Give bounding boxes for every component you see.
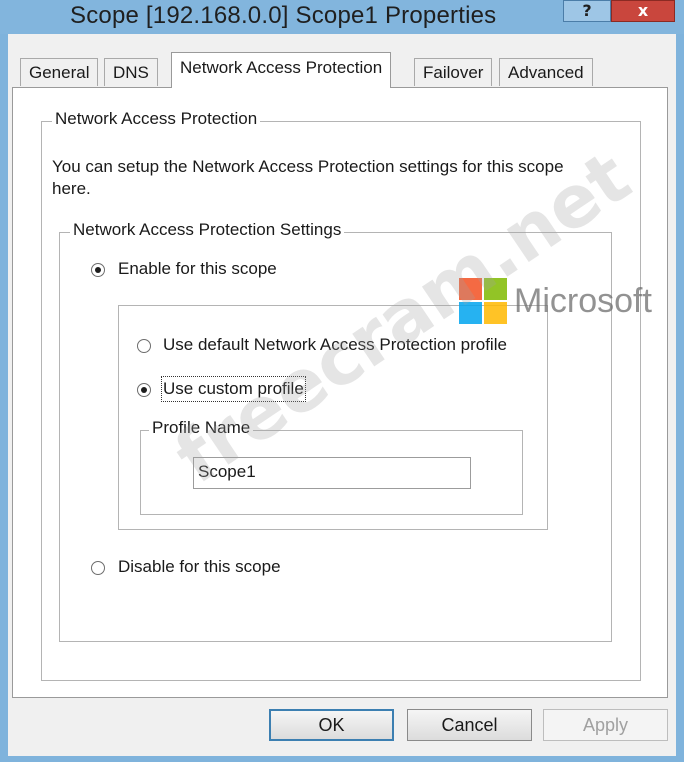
nap-group-title: Network Access Protection	[52, 109, 261, 129]
use-default-radio[interactable]	[137, 339, 151, 353]
use-custom-label[interactable]: Use custom profile	[161, 376, 306, 402]
logo-green-square	[484, 278, 507, 300]
dialog-client: General DNS Network Access Protection Fa…	[8, 34, 676, 756]
tab-dns[interactable]: DNS	[104, 58, 158, 86]
close-button[interactable]: x	[611, 0, 675, 22]
profile-options-box: Use default Network Access Protection pr…	[118, 305, 548, 530]
nap-tab-panel: Network Access Protection You can setup …	[12, 87, 668, 698]
nap-settings-title: Network Access Protection Settings	[70, 220, 345, 240]
tab-failover[interactable]: Failover	[414, 58, 493, 86]
use-custom-radio[interactable]	[137, 383, 151, 397]
logo-blue-square	[459, 302, 482, 324]
disable-radio[interactable]	[91, 561, 105, 575]
microsoft-logo	[459, 278, 509, 326]
tab-advanced[interactable]: Advanced	[499, 58, 593, 86]
window-title: Scope [192.168.0.0] Scope1 Properties	[70, 2, 497, 29]
logo-yellow-square	[484, 302, 507, 324]
ok-button[interactable]: OK	[269, 709, 394, 741]
microsoft-brand-text: Microsoft	[514, 282, 652, 320]
profile-name-groupbox: Profile Name Scope1	[140, 418, 523, 515]
tab-general[interactable]: General	[20, 58, 99, 86]
disable-label[interactable]: Disable for this scope	[118, 556, 281, 578]
profile-name-input[interactable]: Scope1	[193, 457, 471, 489]
title-bar[interactable]: Scope [192.168.0.0] Scope1 Properties ? …	[0, 0, 684, 34]
profile-name-title: Profile Name	[149, 418, 254, 438]
nap-groupbox: Network Access Protection You can setup …	[41, 109, 641, 681]
logo-red-square	[459, 278, 482, 300]
help-button[interactable]: ?	[563, 0, 611, 22]
nap-description-line2: here.	[52, 179, 91, 198]
nap-description-line1: You can setup the Network Access Protect…	[52, 157, 564, 176]
enable-label[interactable]: Enable for this scope	[118, 258, 277, 280]
tab-network-access-protection[interactable]: Network Access Protection	[171, 52, 392, 88]
use-default-label[interactable]: Use default Network Access Protection pr…	[163, 334, 507, 356]
cancel-button[interactable]: Cancel	[407, 709, 532, 741]
enable-radio[interactable]	[91, 263, 105, 277]
apply-button[interactable]: Apply	[543, 709, 668, 741]
dialog-window: Scope [192.168.0.0] Scope1 Properties ? …	[0, 0, 684, 762]
